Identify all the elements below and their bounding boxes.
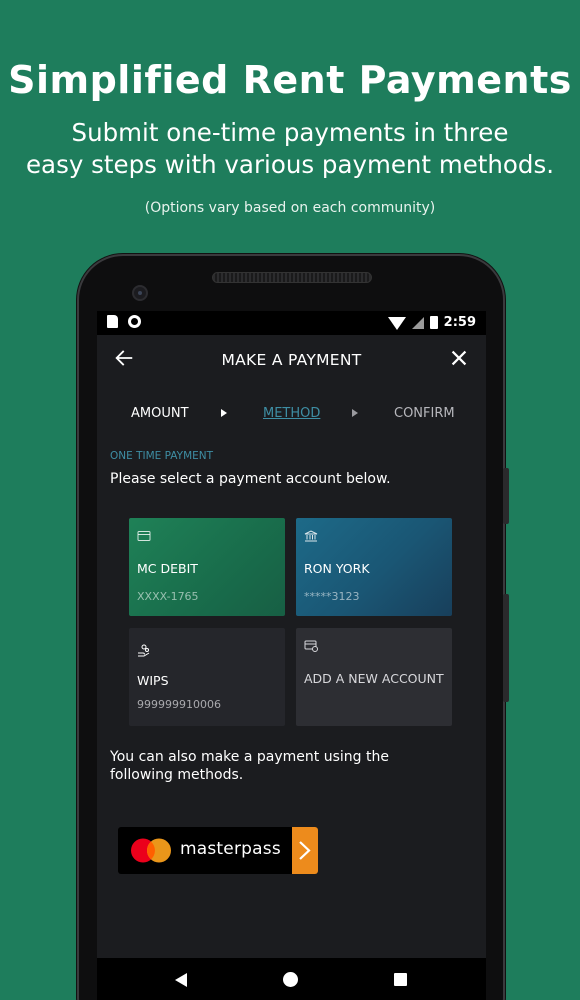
app-bar: MAKE A PAYMENT (97, 335, 486, 387)
step-indicator: AMOUNT METHOD CONFIRM (97, 403, 486, 429)
step-method[interactable]: METHOD (263, 406, 320, 421)
instruction-text: Please select a payment account below. (110, 471, 391, 487)
phone-screen: 2:59 MAKE A PAYMENT AMOUNT METHOD CONFIR… (97, 311, 486, 1000)
nav-home-icon[interactable] (283, 972, 298, 987)
bank-icon (304, 530, 318, 542)
circle-icon (128, 315, 141, 328)
chevron-right-icon (221, 409, 227, 417)
sd-card-icon (107, 315, 118, 328)
account-number: 999999910006 (137, 698, 221, 711)
front-camera-icon (132, 285, 148, 301)
hand-coins-icon (138, 644, 150, 657)
step-amount[interactable]: AMOUNT (131, 406, 189, 421)
chevron-right-icon (352, 409, 358, 417)
promo-title: Simplified Rent Payments (8, 58, 572, 102)
close-icon[interactable] (448, 347, 470, 369)
account-card-mc-debit[interactable]: MC DEBIT XXXX-1765 (129, 518, 285, 616)
status-bar-right: 2:59 (387, 315, 476, 330)
status-time: 2:59 (443, 315, 476, 330)
battery-charging-icon (429, 316, 438, 329)
masterpass-go (292, 827, 318, 874)
add-account-label: ADD A NEW ACCOUNT (304, 671, 444, 686)
account-number: *****3123 (304, 590, 360, 603)
promo-note: (Options vary based on each community) (144, 200, 436, 216)
credit-card-icon (137, 531, 151, 541)
status-bar-left (107, 315, 141, 328)
nav-back-icon[interactable] (175, 973, 187, 987)
wifi-icon (387, 317, 406, 330)
promo-subtitle: Submit one-time payments in three easy s… (0, 117, 580, 181)
account-card-ron-york[interactable]: RON YORK *****3123 (296, 518, 452, 616)
add-new-account-button[interactable]: ADD A NEW ACCOUNT (296, 628, 452, 726)
masterpass-button[interactable]: masterpass (118, 827, 318, 874)
account-card-wips[interactable]: WIPS 999999910006 (129, 628, 285, 726)
nav-recents-icon[interactable] (394, 973, 407, 986)
android-nav-bar (97, 958, 486, 1000)
account-name: WIPS (137, 673, 169, 688)
step-confirm[interactable]: CONFIRM (394, 406, 455, 421)
section-label: ONE TIME PAYMENT (110, 450, 214, 462)
promo-subtitle-line-2: easy steps with various payment methods. (25, 150, 554, 179)
phone-speaker (212, 272, 372, 283)
other-methods-text: You can also make a payment using the fo… (110, 749, 389, 783)
account-name: MC DEBIT (137, 561, 198, 576)
signal-icon (411, 316, 424, 329)
account-name: RON YORK (304, 561, 370, 576)
chevron-right-icon (299, 841, 311, 860)
phone-side-button (503, 468, 509, 524)
masterpass-label: masterpass (180, 839, 281, 859)
status-bar: 2:59 (97, 311, 486, 335)
account-number: XXXX-1765 (137, 590, 199, 603)
phone-volume-button (503, 594, 509, 702)
add-card-icon (304, 640, 318, 652)
promo-subtitle-line-1: Submit one-time payments in three (71, 118, 509, 147)
page-title: MAKE A PAYMENT (221, 351, 362, 369)
mastercard-logo-icon (131, 838, 171, 863)
